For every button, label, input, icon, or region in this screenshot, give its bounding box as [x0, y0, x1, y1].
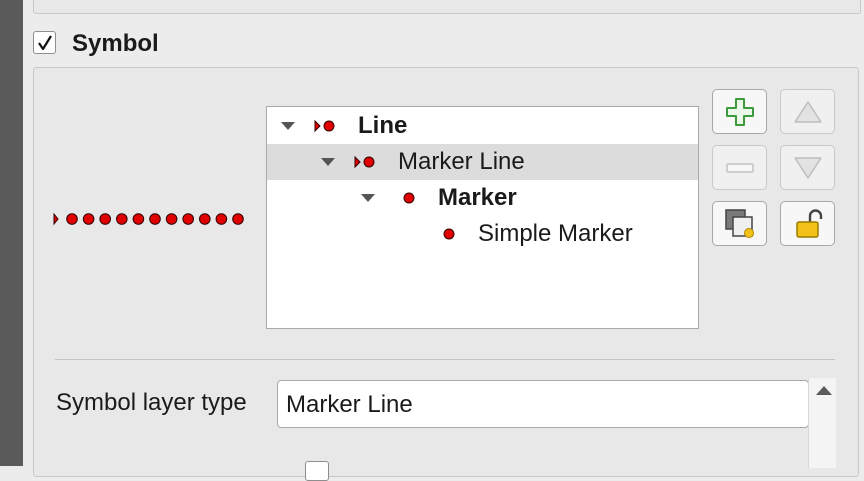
preview-marker — [53, 212, 59, 226]
remove-layer-button[interactable] — [712, 145, 767, 190]
symbol-preview — [53, 212, 244, 226]
symbol-group-title: Symbol — [72, 30, 159, 57]
duplicate-layer-icon — [724, 208, 754, 238]
preview-marker — [232, 213, 244, 225]
preview-marker — [199, 213, 211, 225]
dot-marker-icon — [443, 228, 455, 240]
arrow-up-icon — [793, 100, 822, 123]
preview-marker — [116, 213, 128, 225]
preview-marker — [165, 213, 178, 225]
symbol-layer-type-label: Symbol layer type — [56, 389, 247, 416]
tree-row-line[interactable]: Line — [267, 108, 698, 144]
line-marker-icon — [314, 119, 335, 133]
move-up-button[interactable] — [780, 89, 835, 134]
expand-arrow-icon[interactable] — [361, 193, 375, 203]
preview-marker — [99, 213, 112, 225]
tree-row-label: Marker Line — [398, 148, 525, 175]
add-layer-button[interactable] — [712, 89, 767, 134]
section-divider — [55, 359, 835, 360]
duplicate-layer-button[interactable] — [712, 201, 767, 246]
properties-area — [54, 428, 810, 468]
preview-marker — [182, 213, 194, 225]
tree-row-simple-marker[interactable]: Simple Marker — [267, 216, 698, 252]
move-down-button[interactable] — [780, 145, 835, 190]
line-marker-icon — [354, 155, 375, 169]
checkmark-icon — [37, 34, 52, 50]
dot-marker-icon — [403, 192, 415, 204]
minus-icon — [725, 162, 754, 173]
tree-row-label: Line — [358, 112, 408, 139]
symbol-layers-tree[interactable]: Line Marker Line Marker Simple Marker — [266, 106, 699, 329]
option-checkbox[interactable] — [305, 461, 329, 481]
properties-scrollbar[interactable] — [808, 378, 836, 468]
tree-row-marker[interactable]: Marker — [267, 180, 698, 216]
preview-marker — [215, 213, 228, 225]
expand-arrow-icon[interactable] — [321, 157, 335, 167]
tree-row-label: Marker — [438, 184, 517, 211]
expand-arrow-icon[interactable] — [281, 121, 295, 131]
previous-group-box — [33, 0, 861, 14]
left-panel-edge — [0, 0, 23, 466]
preview-marker — [82, 213, 95, 225]
lock-layer-button[interactable] — [780, 201, 835, 246]
tree-row-marker-line[interactable]: Marker Line — [267, 144, 698, 180]
preview-marker — [132, 213, 145, 225]
scroll-up-arrow-icon[interactable] — [816, 386, 832, 395]
preview-marker — [149, 213, 161, 225]
tree-row-label: Simple Marker — [478, 220, 633, 247]
arrow-down-icon — [793, 156, 822, 179]
symbol-layer-type-select[interactable]: Marker Line — [277, 380, 809, 428]
plus-icon — [725, 97, 754, 126]
unlock-icon — [795, 208, 822, 238]
symbol-group-checkbox[interactable] — [33, 31, 56, 54]
preview-marker — [66, 213, 78, 225]
